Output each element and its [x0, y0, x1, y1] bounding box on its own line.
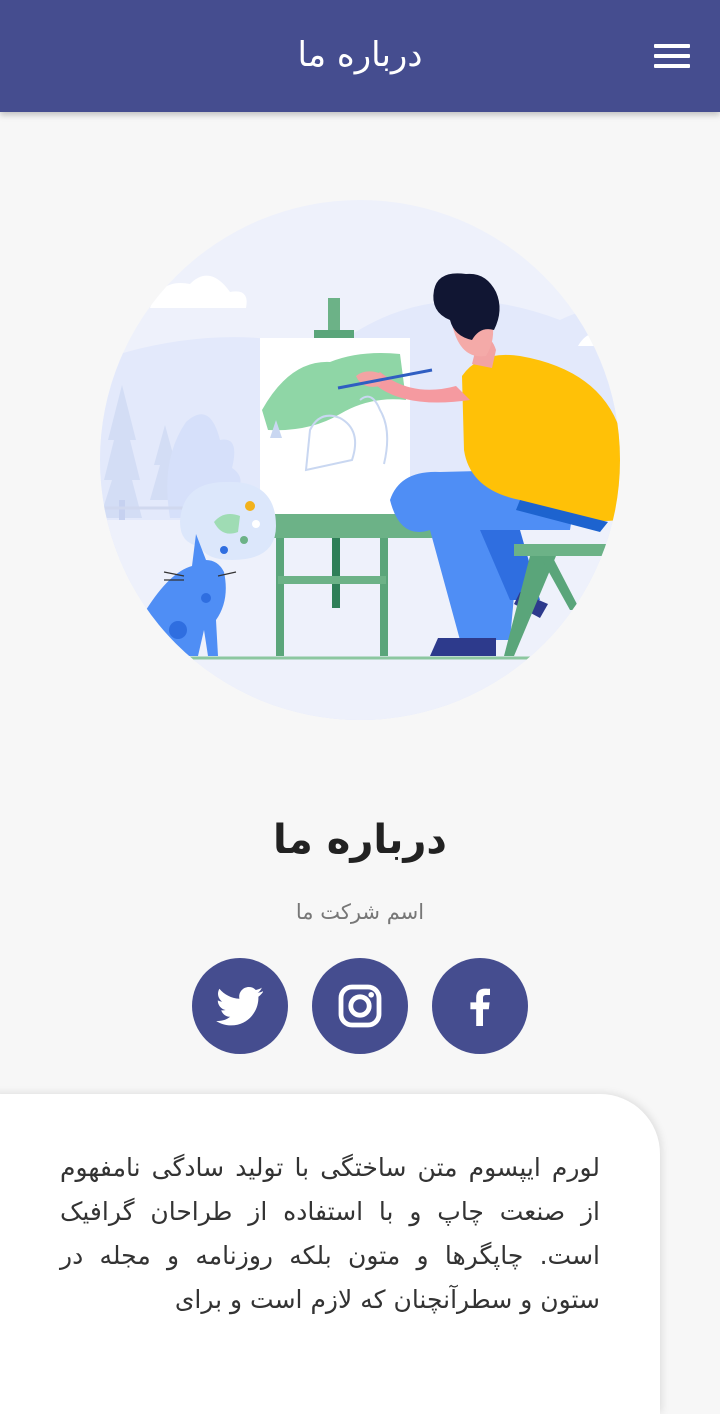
facebook-icon [470, 988, 490, 1026]
app-bar-title: درباره ما [297, 35, 423, 75]
description-text: لورم ایپسوم متن ساختگی با تولید سادگی نا… [60, 1153, 600, 1314]
twitter-button[interactable] [192, 958, 288, 1054]
company-name: اسم شرکت ما [295, 900, 425, 924]
instagram-button[interactable] [312, 958, 408, 1054]
instagram-icon [338, 984, 382, 1028]
about-heading: درباره ما [273, 817, 447, 863]
artist-painting-illustration [100, 200, 620, 720]
menu-button[interactable] [648, 36, 696, 76]
app-bar: درباره ما [0, 0, 720, 112]
description-card: لورم ایپسوم متن ساختگی با تولید سادگی نا… [0, 1094, 660, 1414]
facebook-button[interactable] [432, 958, 528, 1054]
hero-illustration [100, 200, 620, 720]
twitter-icon [216, 987, 263, 1026]
